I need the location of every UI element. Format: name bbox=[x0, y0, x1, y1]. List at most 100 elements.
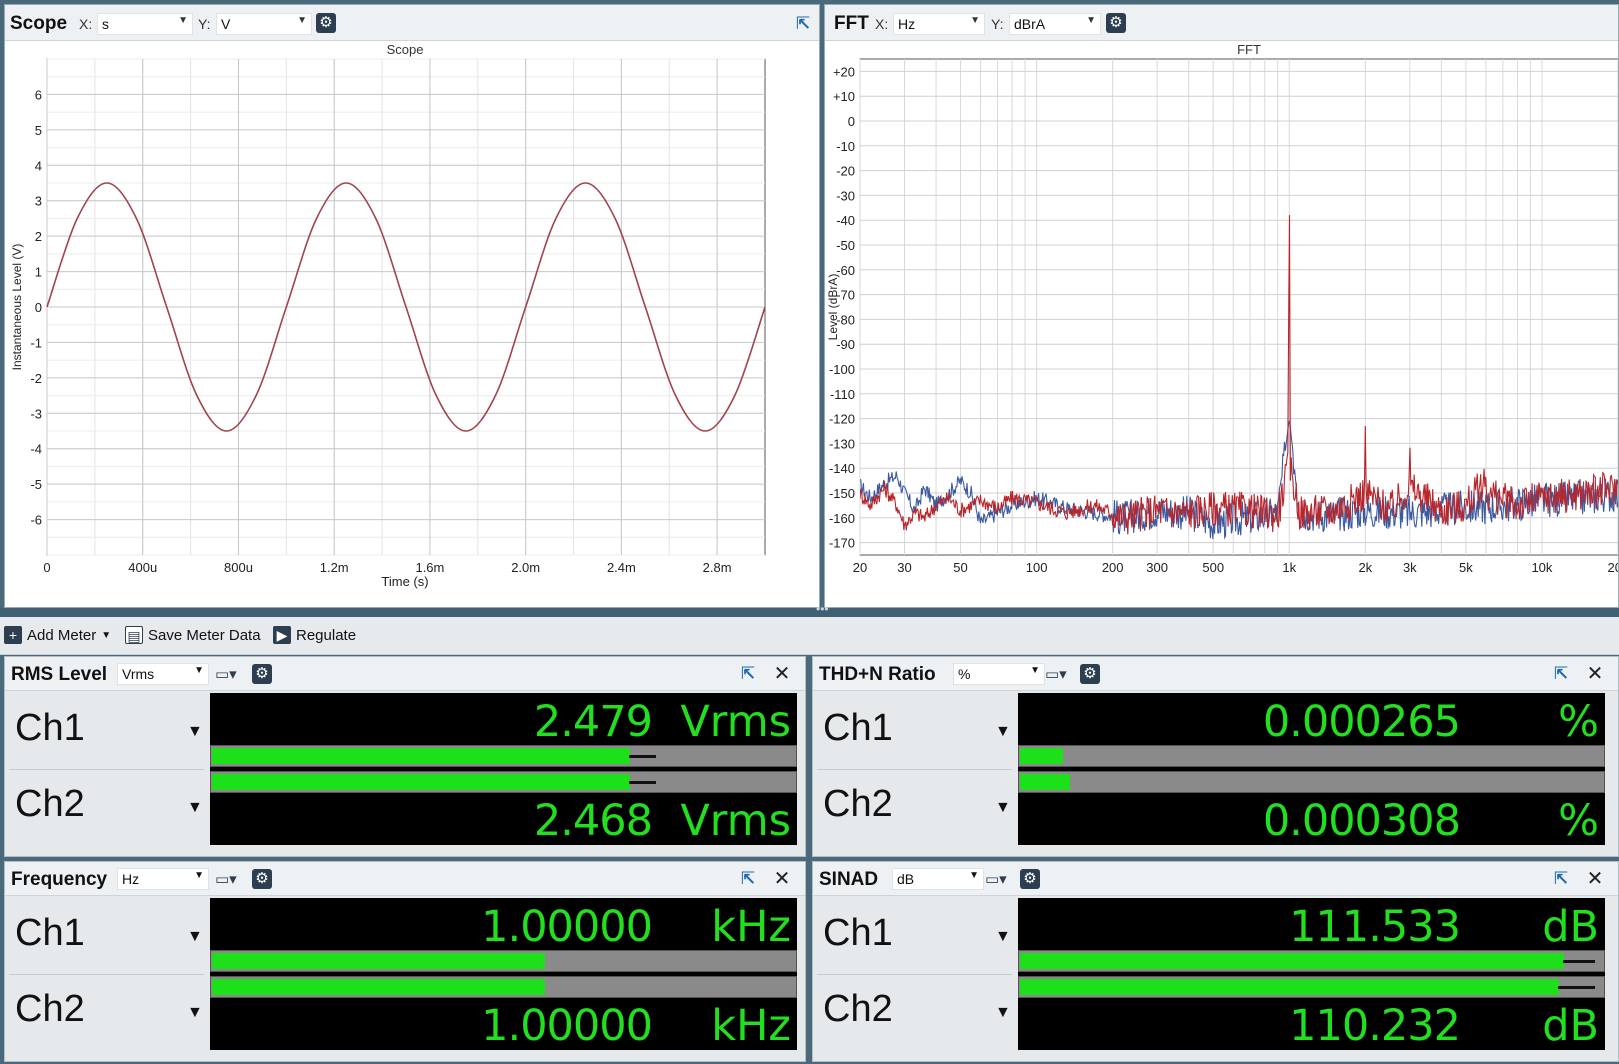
save-meter-data-label: Save Meter Data bbox=[148, 626, 261, 644]
graph-options-icon[interactable]: ▭▾ bbox=[215, 665, 243, 685]
meter-value: 111.533 bbox=[1289, 902, 1461, 952]
close-icon[interactable]: ✕ bbox=[1586, 664, 1604, 684]
graph-options-icon[interactable]: ▭▾ bbox=[215, 870, 243, 890]
scope-x-unit-value: s bbox=[102, 16, 109, 32]
scope-x-tick-label: 2.8m bbox=[703, 560, 732, 575]
scope-settings-gear-icon[interactable]: ⚙ bbox=[316, 13, 336, 33]
channel-dropdown-icon[interactable]: ▼ bbox=[187, 799, 203, 817]
meter-peak-line bbox=[629, 781, 656, 784]
scope-chart: Scope 0 400u 800u 1.2m 1.6m 2.0m 2.4m 2.8m 6 5 4 3 2 1… bbox=[10, 42, 766, 589]
meter-level-fill bbox=[212, 979, 546, 995]
scope-y-unit-select[interactable]: V ▼ bbox=[216, 13, 312, 35]
chevron-down-icon: ▼ bbox=[969, 870, 979, 881]
fft-y-tick-label: -160 bbox=[829, 511, 855, 526]
meter-unit-select[interactable]: % ▼ bbox=[953, 663, 1045, 685]
channel-dropdown-icon[interactable]: ▼ bbox=[187, 723, 203, 741]
scope-x-unit-select[interactable]: s ▼ bbox=[97, 13, 193, 35]
scope-popout-icon[interactable]: ⇱ bbox=[794, 15, 812, 33]
meter-popout-icon[interactable]: ⇱ bbox=[739, 665, 757, 683]
regulate-button[interactable]: ▶ Regulate bbox=[273, 626, 356, 644]
fft-x-unit-value: Hz bbox=[898, 16, 916, 32]
scope-y-tick-label: 5 bbox=[35, 123, 42, 138]
fft-y-tick-label: -130 bbox=[829, 436, 855, 451]
graph-options-icon[interactable]: ▭▾ bbox=[1045, 665, 1073, 685]
fft-y-tick-label: -40 bbox=[836, 213, 855, 228]
channel-dropdown-icon[interactable]: ▼ bbox=[995, 799, 1011, 817]
scope-x-tick-label: 800u bbox=[224, 560, 253, 575]
fft-x-tick-label: 3k bbox=[1403, 560, 1417, 575]
chevron-down-icon: ▼ bbox=[101, 629, 112, 641]
meter-unit-select[interactable]: Hz ▼ bbox=[117, 868, 209, 890]
meter-settings-gear-icon[interactable]: ⚙ bbox=[252, 869, 272, 889]
channel-dropdown-icon[interactable]: ▼ bbox=[187, 1004, 203, 1022]
fft-y-tick-label: -110 bbox=[830, 387, 855, 402]
meter-settings-gear-icon[interactable]: ⚙ bbox=[1080, 664, 1100, 684]
channel-dropdown-icon[interactable]: ▼ bbox=[995, 1004, 1011, 1022]
channel-label: Ch1 bbox=[823, 707, 893, 749]
pane-splitter[interactable]: ••• bbox=[0, 602, 1619, 617]
fft-y-tick-label: -150 bbox=[829, 486, 855, 501]
add-meter-button[interactable]: + Add Meter ▼ bbox=[4, 626, 111, 644]
meter-title: Frequency bbox=[11, 869, 108, 890]
meter-popout-icon[interactable]: ⇱ bbox=[739, 870, 757, 888]
scope-x-tick-label: 400u bbox=[128, 560, 157, 575]
channel-dropdown-icon[interactable]: ▼ bbox=[995, 928, 1011, 946]
meter-peak-line bbox=[1563, 960, 1596, 963]
fft-y-tick-label: -140 bbox=[829, 461, 855, 476]
meter-unit: % bbox=[1558, 796, 1599, 846]
meter-level-bar bbox=[1018, 950, 1605, 972]
fft-x-tick-label: 5k bbox=[1459, 560, 1473, 575]
scope-y-tick-label: -2 bbox=[30, 371, 42, 386]
close-icon[interactable]: ✕ bbox=[773, 869, 791, 889]
meter-unit: kHz bbox=[711, 1001, 791, 1051]
meter-popout-icon[interactable]: ⇱ bbox=[1552, 870, 1570, 888]
channel-separator bbox=[9, 974, 204, 975]
fft-x-tick-label: 20k bbox=[1608, 560, 1618, 575]
chevron-down-icon: ▼ bbox=[970, 15, 980, 26]
fft-y-tick-label: +10 bbox=[833, 89, 855, 104]
fft-x-tick-label: 10k bbox=[1531, 560, 1552, 575]
save-meter-data-button[interactable]: ▤ Save Meter Data bbox=[125, 626, 261, 644]
fft-x-label: X: bbox=[875, 16, 889, 32]
channel-dropdown-icon[interactable]: ▼ bbox=[187, 928, 203, 946]
meter-level-bar bbox=[1018, 976, 1605, 998]
meter-readout: 1.00000 kHz bbox=[210, 898, 797, 952]
meter-popout-icon[interactable]: ⇱ bbox=[1552, 665, 1570, 683]
plus-icon: + bbox=[4, 626, 22, 644]
close-icon[interactable]: ✕ bbox=[1586, 869, 1604, 889]
fft-pane: FFT X: Hz ▼ Y: dBrA ▼ ⚙ FFT +20 +10 0 -10 -20 -3… bbox=[824, 4, 1619, 608]
scope-y-tick-label: 6 bbox=[35, 87, 42, 102]
meter-value: 2.468 bbox=[533, 796, 653, 846]
fft-x-tick-label: 100 bbox=[1026, 560, 1048, 575]
graph-options-icon[interactable]: ▭▾ bbox=[985, 870, 1013, 890]
fft-y-axis-label: Level (dBrA) bbox=[826, 274, 840, 341]
meter-title: RMS Level bbox=[11, 664, 108, 685]
meter-settings-gear-icon[interactable]: ⚙ bbox=[1020, 869, 1040, 889]
channel-dropdown-icon[interactable]: ▼ bbox=[995, 723, 1011, 741]
meter-level-fill bbox=[1020, 748, 1064, 764]
meter-unit-select[interactable]: dB ▼ bbox=[892, 868, 984, 890]
close-icon[interactable]: ✕ bbox=[773, 664, 791, 684]
meter-unit-select[interactable]: Vrms ▼ bbox=[117, 663, 209, 685]
fft-y-tick-label: 0 bbox=[848, 114, 855, 129]
meter-unit: kHz bbox=[711, 902, 791, 952]
fft-y-tick-label: -100 bbox=[829, 362, 855, 377]
scope-y-unit-value: V bbox=[221, 16, 231, 32]
fft-plot-area bbox=[859, 58, 1618, 556]
thdn-meter: THD+N Ratio % ▼ ▭▾ ⚙ ⇱ ✕ Ch1 ▼ 0.000265 … bbox=[812, 656, 1619, 857]
channel-label: Ch2 bbox=[823, 783, 893, 825]
fft-x-unit-select[interactable]: Hz ▼ bbox=[893, 13, 985, 35]
meter-readout: 2.479 Vrms bbox=[210, 693, 797, 747]
meter-settings-gear-icon[interactable]: ⚙ bbox=[252, 664, 272, 684]
meter-unit: Vrms bbox=[680, 796, 791, 846]
fft-y-tick-label: -30 bbox=[836, 188, 855, 203]
fft-settings-gear-icon[interactable]: ⚙ bbox=[1106, 13, 1126, 33]
channel-label: Ch2 bbox=[15, 988, 85, 1030]
fft-y-tick-label: -50 bbox=[836, 238, 855, 253]
fft-y-unit-select[interactable]: dBrA ▼ bbox=[1009, 13, 1101, 35]
meter-readout: 2.468 Vrms bbox=[210, 792, 797, 846]
meter-level-bar bbox=[210, 950, 797, 972]
meter-level-fill bbox=[212, 748, 631, 764]
channel-label: Ch1 bbox=[823, 912, 893, 954]
fft-graph-title: FFT bbox=[1237, 42, 1261, 57]
